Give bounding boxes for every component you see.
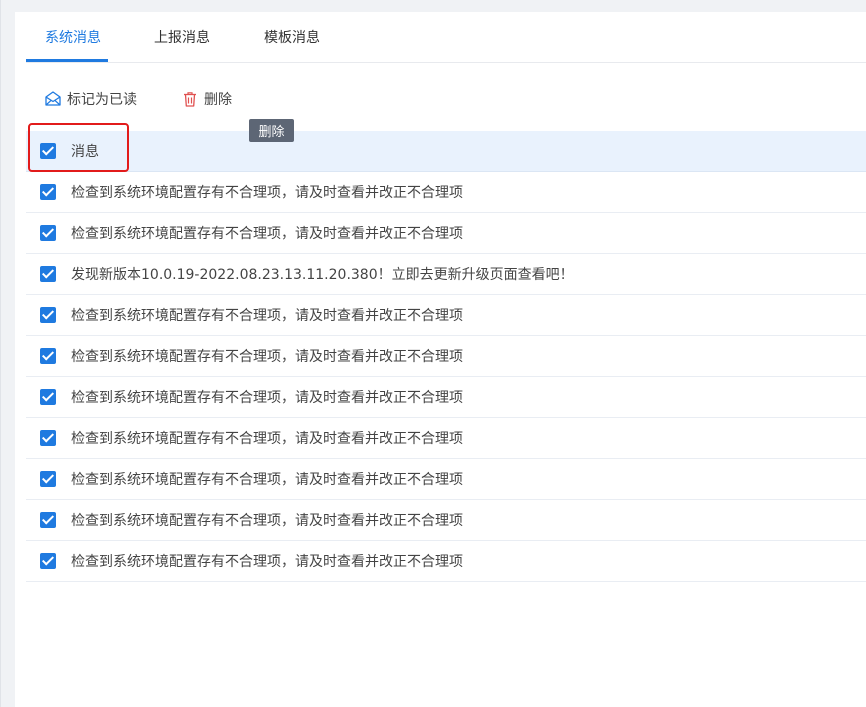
message-text: 检查到系统环境配置存有不合理项，请及时查看并改正不合理项 xyxy=(71,431,463,447)
message-row[interactable]: 检查到系统环境配置存有不合理项，请及时查看并改正不合理项 xyxy=(26,172,866,213)
row-checkbox[interactable] xyxy=(40,266,56,282)
message-text: 检查到系统环境配置存有不合理项，请及时查看并改正不合理项 xyxy=(71,554,463,570)
message-list-header: 消息 xyxy=(26,131,866,172)
message-row[interactable]: 检查到系统环境配置存有不合理项，请及时查看并改正不合理项 xyxy=(26,500,866,541)
message-text: 检查到系统环境配置存有不合理项，请及时查看并改正不合理项 xyxy=(71,513,463,529)
row-checkbox[interactable] xyxy=(40,348,56,364)
message-row[interactable]: 检查到系统环境配置存有不合理项，请及时查看并改正不合理项 xyxy=(26,377,866,418)
message-text: 检查到系统环境配置存有不合理项，请及时查看并改正不合理项 xyxy=(71,349,463,365)
message-row[interactable]: 检查到系统环境配置存有不合理项，请及时查看并改正不合理项 xyxy=(26,336,866,377)
trash-icon xyxy=(181,90,199,108)
message-row[interactable]: 检查到系统环境配置存有不合理项，请及时查看并改正不合理项 xyxy=(26,295,866,336)
message-text: 发现新版本10.0.19-2022.08.23.13.11.20.380！立即去… xyxy=(71,267,574,283)
message-panel: 系统消息 上报消息 模板消息 标记为已读 删除 消息 检查到系统环境配置存有不合… xyxy=(15,12,866,707)
mark-as-read-label: 标记为已读 xyxy=(67,92,137,108)
active-tab-indicator xyxy=(26,59,108,62)
delete-button[interactable]: 删除 xyxy=(181,89,232,109)
envelope-open-icon xyxy=(44,90,62,108)
tab-bar: 系统消息 上报消息 模板消息 xyxy=(26,12,866,63)
tab-reported-messages[interactable]: 上报消息 xyxy=(154,27,210,47)
message-list: 消息 检查到系统环境配置存有不合理项，请及时查看并改正不合理项 检查到系统环境配… xyxy=(26,131,866,582)
tab-system-messages[interactable]: 系统消息 xyxy=(45,27,101,47)
message-text: 检查到系统环境配置存有不合理项，请及时查看并改正不合理项 xyxy=(71,226,463,242)
tab-template-messages[interactable]: 模板消息 xyxy=(264,27,320,47)
column-header-message: 消息 xyxy=(71,144,99,160)
left-border xyxy=(0,0,1,707)
row-checkbox[interactable] xyxy=(40,225,56,241)
select-all-checkbox[interactable] xyxy=(40,143,56,159)
row-checkbox[interactable] xyxy=(40,184,56,200)
message-row[interactable]: 发现新版本10.0.19-2022.08.23.13.11.20.380！立即去… xyxy=(26,254,866,295)
row-checkbox[interactable] xyxy=(40,430,56,446)
mark-as-read-button[interactable]: 标记为已读 xyxy=(44,89,137,109)
delete-tooltip: 删除 xyxy=(249,119,294,142)
row-checkbox[interactable] xyxy=(40,512,56,528)
row-checkbox[interactable] xyxy=(40,553,56,569)
row-checkbox[interactable] xyxy=(40,389,56,405)
message-row[interactable]: 检查到系统环境配置存有不合理项，请及时查看并改正不合理项 xyxy=(26,418,866,459)
message-row[interactable]: 检查到系统环境配置存有不合理项，请及时查看并改正不合理项 xyxy=(26,213,866,254)
row-checkbox[interactable] xyxy=(40,307,56,323)
message-text: 检查到系统环境配置存有不合理项，请及时查看并改正不合理项 xyxy=(71,185,463,201)
message-row[interactable]: 检查到系统环境配置存有不合理项，请及时查看并改正不合理项 xyxy=(26,541,866,582)
message-text: 检查到系统环境配置存有不合理项，请及时查看并改正不合理项 xyxy=(71,308,463,324)
message-row[interactable]: 检查到系统环境配置存有不合理项，请及时查看并改正不合理项 xyxy=(26,459,866,500)
message-text: 检查到系统环境配置存有不合理项，请及时查看并改正不合理项 xyxy=(71,472,463,488)
delete-label: 删除 xyxy=(204,92,232,108)
row-checkbox[interactable] xyxy=(40,471,56,487)
message-text: 检查到系统环境配置存有不合理项，请及时查看并改正不合理项 xyxy=(71,390,463,406)
